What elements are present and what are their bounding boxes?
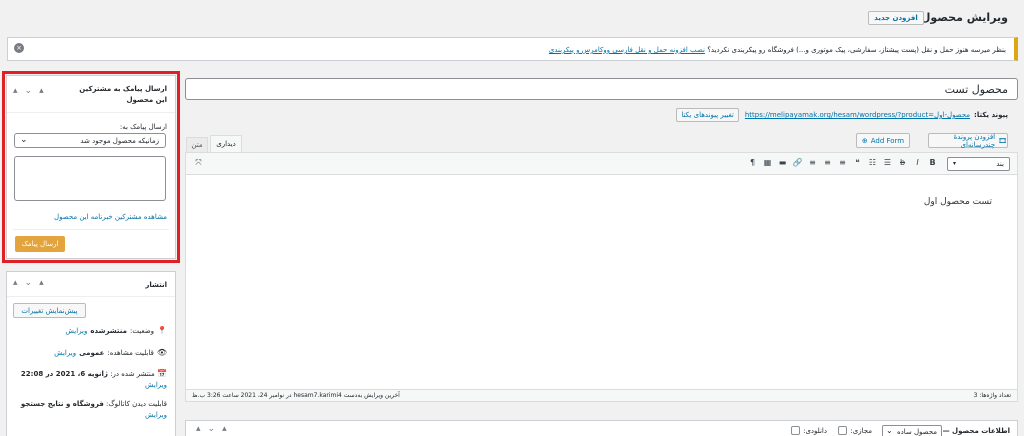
publish-box-controls: ▴ ⌄ ▴ <box>13 278 44 288</box>
format-buttons: B I b ☰ ☷ ❝ ≡ ≡ ≡ 🔗 ▬ ▦ ¶ <box>746 158 939 167</box>
sms-box: ارسال پیامک به مشترکین این محصول ▴ ⌄ ▴ ا… <box>6 75 176 259</box>
add-new-button[interactable]: افزودن جدید <box>868 11 924 25</box>
catalog-edit-link[interactable]: ویرایش <box>145 411 167 419</box>
page-title: ویرایش محصول <box>920 11 1008 24</box>
permalink-row: پیوند یکتا: https://melipayamak.org/hesa… <box>676 108 1008 122</box>
change-permalink-button[interactable]: تغییر پیوندهای یکتا <box>676 108 739 122</box>
permalink-label: پیوند یکتا: <box>974 111 1008 119</box>
permalink-link[interactable]: https://melipayamak.org/hesam/wordpress/… <box>745 111 970 119</box>
notice-link[interactable]: نصب افزونه حمل و نقل فارسی ووکامرس و پیک… <box>549 46 705 54</box>
tab-visual[interactable]: دیداری <box>210 135 242 152</box>
visibility-row: 👁 قابلیت مشاهده: عمومی ویرایش <box>54 348 167 357</box>
product-title-input[interactable]: محصول تست <box>185 78 1018 100</box>
bold-icon[interactable]: B <box>926 158 939 167</box>
sms-send-label: ارسال پیامک به: <box>119 123 167 131</box>
publish-box-title: انتشار <box>145 281 167 289</box>
editor-content[interactable]: تست محصول اول <box>924 197 992 207</box>
move-down-icon[interactable]: ⌄ <box>25 278 33 288</box>
move-up-icon[interactable]: ▴ <box>13 278 18 288</box>
downloadable-option: دانلودی: <box>791 426 827 435</box>
editor-statusbar: تعداد واژه‌ها: 3 آخرین ویرایش به‌دست hes… <box>186 389 1017 401</box>
virtual-option: مجازی: <box>838 426 872 435</box>
editor-toolbar: بند ▾ B I b ☰ ☷ ❝ ≡ ≡ ≡ 🔗 ▬ ▦ ¶ ⤧ <box>186 153 1017 175</box>
media-icon: 🎞 <box>998 136 1007 145</box>
add-form-button[interactable]: ⊕ Add Form <box>856 133 910 148</box>
sms-box-controls: ▴ ⌄ ▴ <box>13 86 44 96</box>
last-edited: آخرین ویرایش به‌دست hesam7.karimi4 در نو… <box>192 392 400 399</box>
strikethrough-icon[interactable]: b <box>896 158 909 167</box>
product-data-box: اطلاعات محصول — محصول ساده ⌄ مجازی: دانل… <box>185 420 1018 436</box>
fullscreen-icon[interactable]: ⤧ <box>192 158 205 168</box>
preview-changes-button[interactable]: پیش‌نمایش تغییرات <box>13 303 86 318</box>
publish-box-divider <box>7 296 175 297</box>
move-up-icon[interactable]: ▴ <box>13 86 18 96</box>
align-center-icon[interactable]: ≡ <box>821 158 834 167</box>
link-icon[interactable]: 🔗 <box>791 158 804 167</box>
toggle-icon[interactable]: ▴ <box>222 424 227 434</box>
word-count: تعداد واژه‌ها: 3 <box>973 392 1011 399</box>
product-type-select[interactable]: محصول ساده ⌄ <box>882 425 942 436</box>
chevron-down-icon: ⌄ <box>886 426 893 435</box>
view-subscribers-link[interactable]: مشاهده مشترکین خبرنامه این محصول <box>54 213 167 221</box>
chevron-down-icon: ▾ <box>953 160 957 167</box>
publish-box: انتشار ▴ ⌄ ▴ پیش‌نمایش تغییرات 📍 وضعیت: … <box>6 271 176 436</box>
move-up-icon[interactable]: ▴ <box>196 424 201 434</box>
sms-box-title: ارسال پیامک به مشترکین این محصول <box>79 85 167 104</box>
add-media-button[interactable]: 🎞 افزودن پروندهٔ چندرسانه‌ای <box>928 133 1008 149</box>
notice-dismiss-icon[interactable]: × <box>14 43 24 53</box>
virtual-checkbox[interactable] <box>838 426 848 435</box>
visibility-edit-link[interactable]: ویرایش <box>54 349 76 357</box>
paragraph-direction-icon[interactable]: ¶ <box>746 158 759 167</box>
bulleted-list-icon[interactable]: ☰ <box>881 158 894 167</box>
move-down-icon[interactable]: ⌄ <box>25 86 33 96</box>
published-edit-link[interactable]: ویرایش <box>145 381 167 389</box>
move-down-icon[interactable]: ⌄ <box>208 424 216 434</box>
pin-icon: 📍 <box>157 326 167 335</box>
format-select[interactable]: بند ▾ <box>947 157 1010 171</box>
product-data-controls: ▴ ⌄ ▴ <box>196 424 227 434</box>
numbered-list-icon[interactable]: ☷ <box>866 158 879 167</box>
catalog-row: قابلیت دیدن کاتالوگ: فروشگاه و نتایج جست… <box>20 400 167 419</box>
status-row: 📍 وضعیت: منتشرشده ویرایش <box>65 326 167 335</box>
chevron-down-icon: ⌄ <box>20 135 28 145</box>
sms-message-textarea[interactable] <box>14 156 166 201</box>
toolbar-toggle-icon[interactable]: ▦ <box>761 158 774 167</box>
align-left-icon[interactable]: ≡ <box>806 158 819 167</box>
form-icon: ⊕ <box>861 136 868 145</box>
downloadable-checkbox[interactable] <box>791 426 801 435</box>
sms-box-divider <box>7 112 175 113</box>
eye-icon: 👁 <box>156 348 167 357</box>
read-more-icon[interactable]: ▬ <box>776 158 789 167</box>
send-sms-button[interactable]: ارسال پیامک <box>15 236 65 252</box>
italic-icon[interactable]: I <box>911 158 924 167</box>
product-data-title: اطلاعات محصول — <box>942 427 1010 435</box>
status-edit-link[interactable]: ویرایش <box>65 327 87 335</box>
published-row: 📅 منتشر شده در: ژانویه 6، 2021 در 22:08 … <box>20 369 167 389</box>
editor-box: بند ▾ B I b ☰ ☷ ❝ ≡ ≡ ≡ 🔗 ▬ ▦ ¶ ⤧ تست مح… <box>185 152 1018 402</box>
tab-text[interactable]: متن <box>186 137 208 152</box>
align-right-icon[interactable]: ≡ <box>836 158 849 167</box>
sms-recipient-select[interactable]: زمانیکه محصول موجود شد ⌄ <box>14 133 166 148</box>
notice-bar: بنظر میرسه هنوز حمل و نقل (پست پیشتاز، س… <box>7 37 1018 61</box>
sms-box-divider-2 <box>13 229 169 230</box>
calendar-icon: 📅 <box>157 369 167 378</box>
toggle-icon[interactable]: ▴ <box>39 86 44 96</box>
toggle-icon[interactable]: ▴ <box>39 278 44 288</box>
blockquote-icon[interactable]: ❝ <box>851 158 864 167</box>
notice-text: بنظر میرسه هنوز حمل و نقل (پست پیشتاز، س… <box>548 46 1006 54</box>
